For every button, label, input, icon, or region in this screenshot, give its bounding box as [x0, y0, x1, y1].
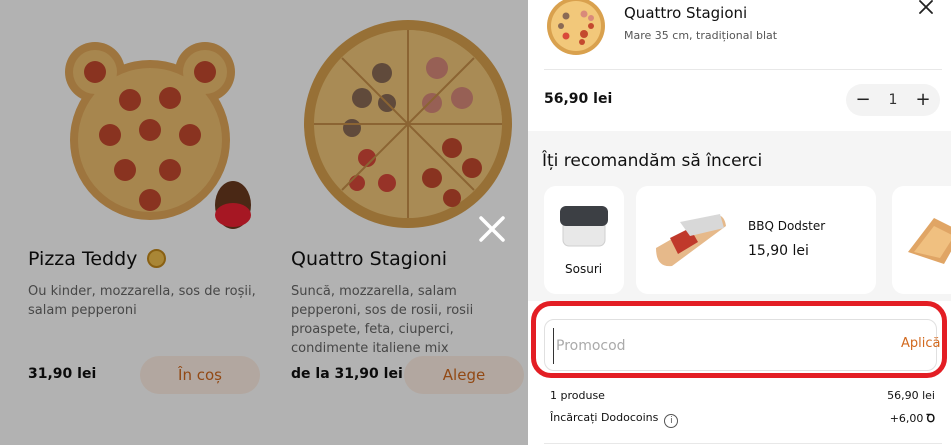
recommendation-label: BBQ Dodster	[748, 219, 826, 233]
recommendation-card-partial[interactable]	[892, 186, 951, 294]
quantity-stepper: − 1 +	[846, 84, 940, 116]
dodster-image	[656, 214, 726, 267]
cart-item: Quattro Stagioni Mare 35 cm, tradițional…	[528, 0, 951, 131]
dodocoins-label: Încărcați Dodocoins i	[550, 411, 679, 428]
dodocoins-label-text: Încărcați Dodocoins	[550, 411, 659, 424]
info-icon[interactable]: i	[664, 414, 679, 428]
recommendation-label: Sosuri	[565, 262, 603, 276]
cart-item-image	[547, 0, 605, 55]
divider	[544, 69, 942, 70]
dodocoins-amount: +6,00	[889, 412, 924, 425]
modal-overlay[interactable]	[0, 0, 528, 445]
dodocoin-icon: Ꝺ	[926, 412, 935, 425]
minus-icon[interactable]: −	[848, 84, 878, 116]
recommendation-price: 15,90 lei	[748, 243, 809, 259]
summary-dodocoins-row: Încărcați Dodocoins i +6,00 Ꝺ	[550, 411, 935, 428]
catalog-background: Pizza Teddy Ou kinder, mozzarella, sos d…	[0, 0, 528, 445]
cart-item-name: Quattro Stagioni	[624, 4, 748, 22]
cart-item-price: 56,90 lei	[544, 91, 613, 107]
cart-panel: Quattro Stagioni Mare 35 cm, tradițional…	[528, 0, 951, 445]
recommendations-title: Îți recomandăm să încerci	[542, 151, 763, 171]
recommendation-card-bbq-dodster[interactable]: BBQ Dodster 15,90 lei	[636, 186, 876, 294]
promo-highlight-outline	[531, 301, 947, 378]
plus-icon[interactable]: +	[908, 84, 938, 116]
dodocoins-value: +6,00 Ꝺ	[890, 411, 935, 426]
close-icon[interactable]	[917, 0, 935, 16]
products-count: 1 produse	[550, 389, 605, 402]
overlay-close-icon[interactable]	[475, 212, 509, 246]
summary-products-row: 1 produse 56,90 lei	[550, 389, 935, 405]
divider	[544, 443, 942, 444]
recommendation-card-sauces[interactable]: Sosuri	[544, 186, 624, 294]
recommendations-section: Îți recomandăm să încerci Sosuri BBQ Dod…	[528, 131, 951, 301]
products-total: 56,90 lei	[887, 389, 935, 402]
quantity-value: 1	[888, 92, 898, 108]
cart-item-details: Mare 35 cm, tradițional blat	[624, 29, 778, 42]
product-image	[908, 218, 951, 264]
sauce-cup-image	[560, 206, 608, 247]
